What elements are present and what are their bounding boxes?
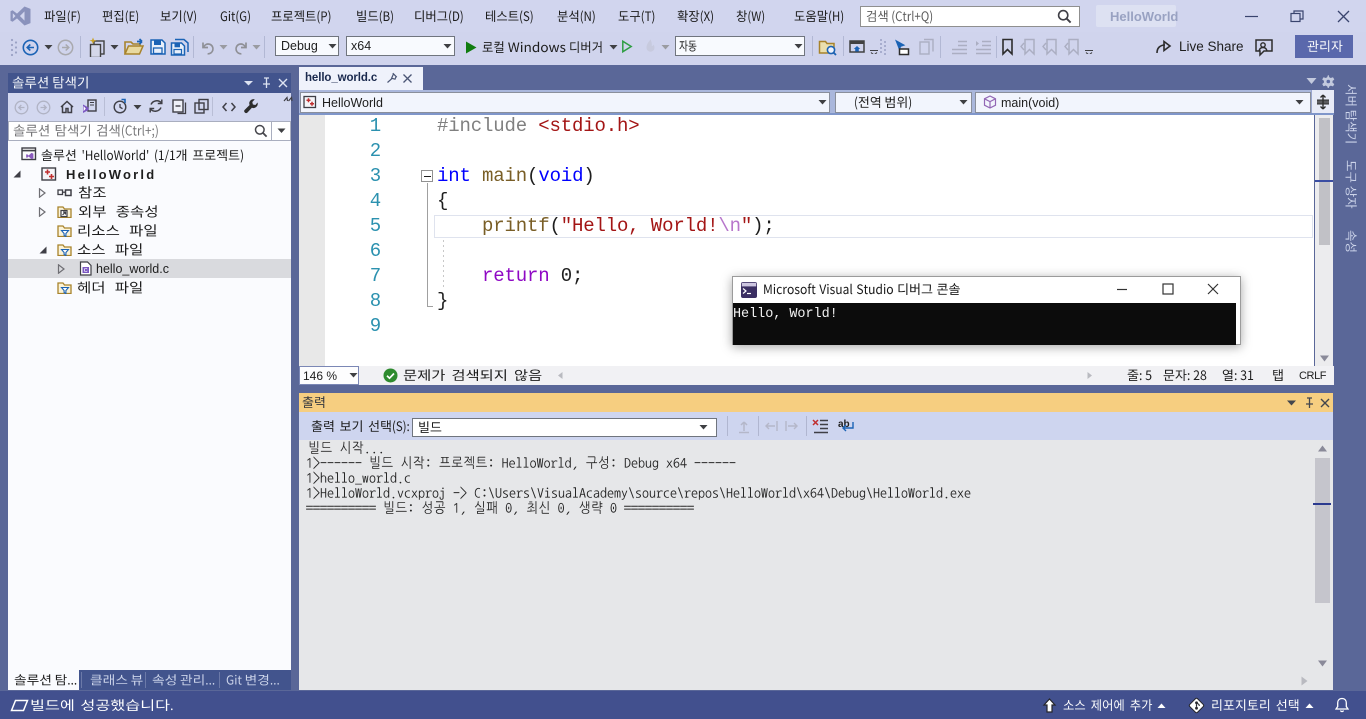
svg-text:c: c bbox=[83, 267, 88, 275]
